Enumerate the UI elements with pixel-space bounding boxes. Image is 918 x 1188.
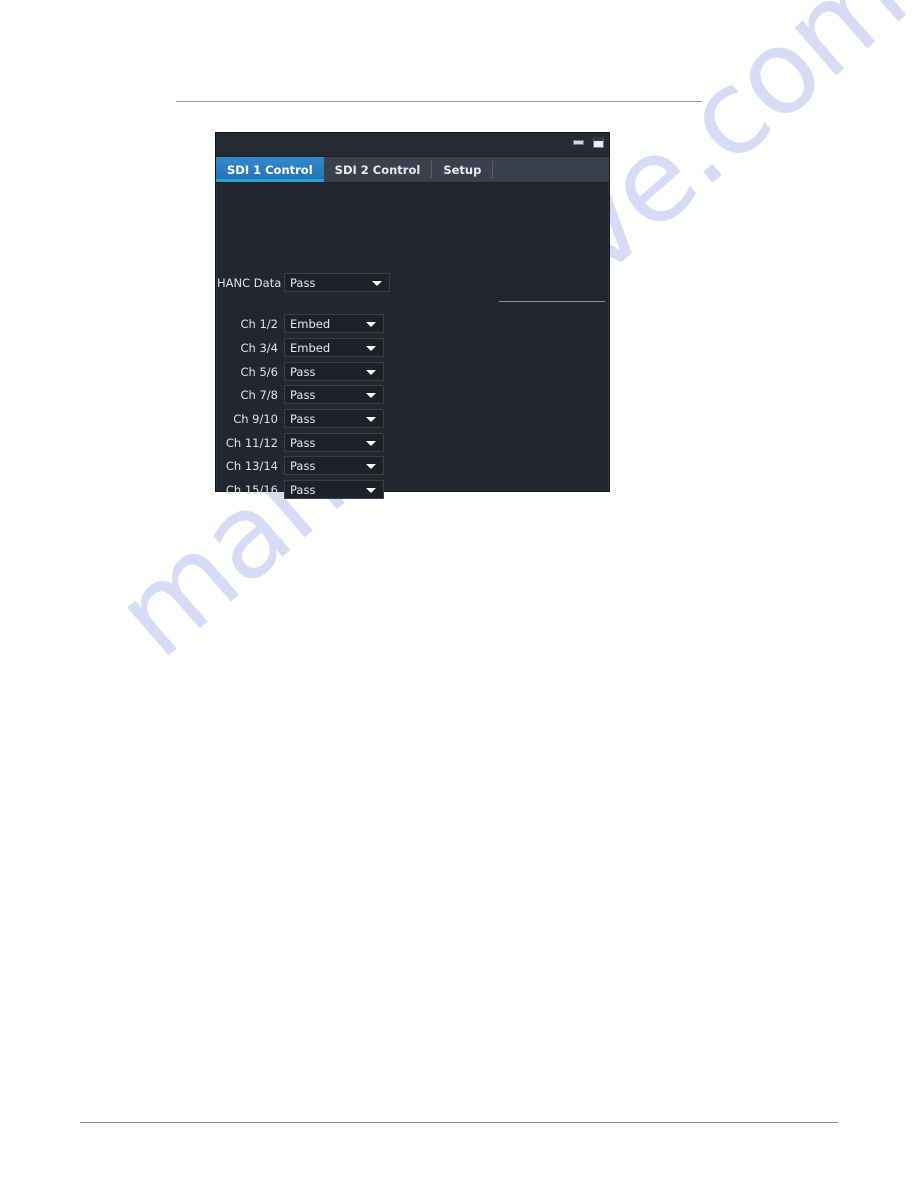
ch-9-10-label: Ch 9/10 [233, 411, 278, 426]
ch-3-4-label: Ch 3/4 [240, 340, 278, 355]
window-title-bar [216, 133, 609, 157]
ch-13-14-dropdown[interactable]: Pass [284, 456, 384, 475]
ch-3-4-dropdown[interactable]: Embed [284, 338, 384, 357]
ch-1-2-label: Ch 1/2 [240, 316, 278, 331]
sdi-control-window: SDI 1 Control SDI 2 Control Setup HANC D… [216, 133, 609, 499]
ch-7-8-label: Ch 7/8 [240, 387, 278, 402]
row-ch-11-12: Ch 11/12 Pass [217, 433, 384, 452]
chevron-down-icon [366, 345, 376, 351]
window-controls [572, 136, 605, 149]
row-ch-7-8: Ch 7/8 Pass [217, 385, 384, 404]
tab-sdi-1-control[interactable]: SDI 1 Control [216, 157, 324, 182]
ch-5-6-value: Pass [290, 364, 316, 379]
ch-3-4-value: Embed [290, 340, 331, 355]
ch-15-16-value: Pass [290, 482, 316, 497]
ch-7-8-value: Pass [290, 387, 316, 402]
tab-label: Setup [443, 162, 482, 177]
ch-13-14-label: Ch 13/14 [225, 458, 278, 473]
hanc-data-label: HANC Data [217, 275, 282, 290]
ch-5-6-dropdown[interactable]: Pass [284, 362, 384, 381]
row-hanc-data: HANC Data Pass [217, 273, 390, 292]
maximize-button[interactable] [592, 136, 605, 149]
row-ch-9-10: Ch 9/10 Pass [217, 409, 384, 428]
tab-label: SDI 2 Control [334, 162, 421, 177]
tab-sdi-2-control[interactable]: SDI 2 Control [324, 157, 432, 182]
ch-1-2-value: Embed [290, 316, 331, 331]
chevron-down-icon [366, 487, 376, 493]
chevron-down-icon [366, 369, 376, 375]
chevron-down-icon [366, 392, 376, 398]
row-ch-1-2: Ch 1/2 Embed [217, 314, 384, 333]
chevron-down-icon [372, 280, 382, 286]
ch-15-16-label: Ch 15/16 [225, 482, 278, 497]
hanc-data-value: Pass [290, 275, 316, 290]
ch-15-16-dropdown[interactable]: Pass [284, 480, 384, 499]
page-header-rule [176, 101, 702, 102]
ch-5-6-label: Ch 5/6 [240, 364, 278, 379]
ch-11-12-value: Pass [290, 435, 316, 450]
page-footer-rule [80, 1122, 838, 1123]
chevron-down-icon [366, 321, 376, 327]
ch-9-10-value: Pass [290, 411, 316, 426]
ch-9-10-dropdown[interactable]: Pass [284, 409, 384, 428]
row-ch-15-16: Ch 15/16 Pass [217, 480, 384, 499]
ch-13-14-value: Pass [290, 458, 316, 473]
tab-label: SDI 1 Control [227, 162, 313, 177]
section-divider [499, 301, 605, 302]
ch-1-2-dropdown[interactable]: Embed [284, 314, 384, 333]
chevron-down-icon [366, 463, 376, 469]
ch-7-8-dropdown[interactable]: Pass [284, 385, 384, 404]
hanc-data-dropdown[interactable]: Pass [284, 273, 390, 292]
minimize-icon [573, 140, 584, 145]
ch-11-12-label: Ch 11/12 [225, 435, 278, 450]
row-ch-3-4: Ch 3/4 Embed [217, 338, 384, 357]
tab-divider [492, 161, 494, 178]
row-ch-13-14: Ch 13/14 Pass [217, 456, 384, 475]
chevron-down-icon [366, 440, 376, 446]
row-ch-5-6: Ch 5/6 Pass [217, 362, 384, 381]
tab-bar: SDI 1 Control SDI 2 Control Setup [216, 157, 609, 183]
maximize-icon [593, 137, 604, 148]
chevron-down-icon [366, 416, 376, 422]
minimize-button[interactable] [572, 136, 585, 149]
sdi-1-control-panel: HANC Data Pass Ch 1/2 Embed Ch 3/4 Embed… [216, 183, 609, 499]
tab-setup[interactable]: Setup [432, 157, 492, 182]
ch-11-12-dropdown[interactable]: Pass [284, 433, 384, 452]
